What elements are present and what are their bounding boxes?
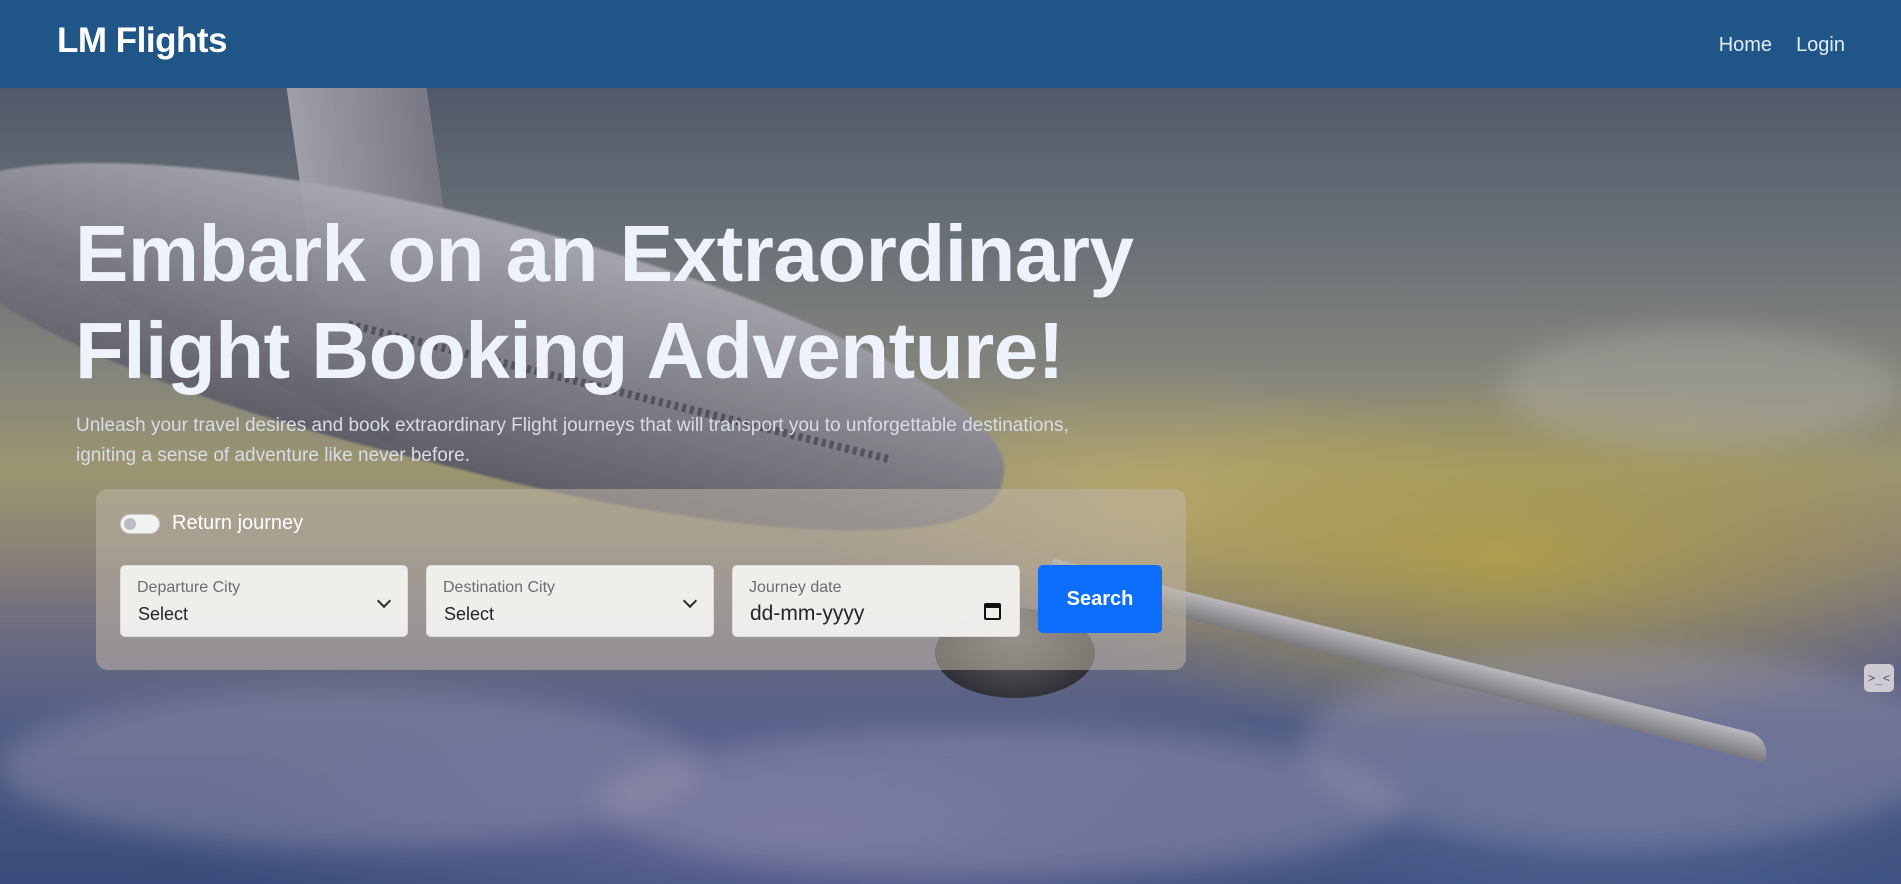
search-button[interactable]: Search — [1038, 565, 1162, 633]
hero-title: Embark on an Extraordinary Flight Bookin… — [75, 205, 1175, 399]
journey-date-input[interactable]: Journey date dd-mm-yyyy — [732, 565, 1020, 637]
hero-subtitle-line1: Unleash your travel desires and book ext… — [76, 415, 1069, 436]
nav-links: Home Login — [1719, 34, 1845, 57]
calendar-icon[interactable] — [984, 603, 1001, 620]
destination-city-value: Select — [444, 604, 495, 624]
nav-link-home[interactable]: Home — [1719, 34, 1772, 57]
hero-title-line2: Flight Booking Adventure! — [75, 306, 1064, 395]
departure-city-value: Select — [138, 604, 189, 624]
hero-subtitle: Unleash your travel desires and book ext… — [76, 411, 1176, 471]
chevron-down-icon — [682, 593, 698, 609]
hero-title-line1: Embark on an Extraordinary — [75, 209, 1134, 298]
chevron-down-icon — [376, 593, 392, 609]
nav-link-login[interactable]: Login — [1796, 34, 1845, 57]
return-journey-toggle[interactable] — [120, 513, 160, 534]
navbar: LM Flights Home Login — [0, 0, 1901, 88]
destination-city-select[interactable]: Destination City Select — [426, 565, 714, 637]
departure-city-select[interactable]: Departure City Select — [120, 565, 408, 637]
return-journey-label[interactable]: Return journey — [172, 512, 303, 535]
destination-city-label: Destination City — [443, 579, 556, 596]
hero-subtitle-line2: igniting a sense of adventure like never… — [76, 445, 470, 466]
journey-date-placeholder: dd-mm-yyyy — [750, 602, 865, 625]
departure-city-label: Departure City — [137, 579, 241, 596]
flight-search-panel: Return journey Departure City Select Des… — [96, 489, 1186, 670]
toggle-knob — [124, 517, 136, 530]
brand-logo[interactable]: LM Flights — [57, 21, 227, 61]
console-face-icon[interactable]: >_< — [1864, 664, 1894, 692]
journey-date-label: Journey date — [749, 579, 842, 596]
return-journey-row: Return journey — [120, 512, 303, 535]
